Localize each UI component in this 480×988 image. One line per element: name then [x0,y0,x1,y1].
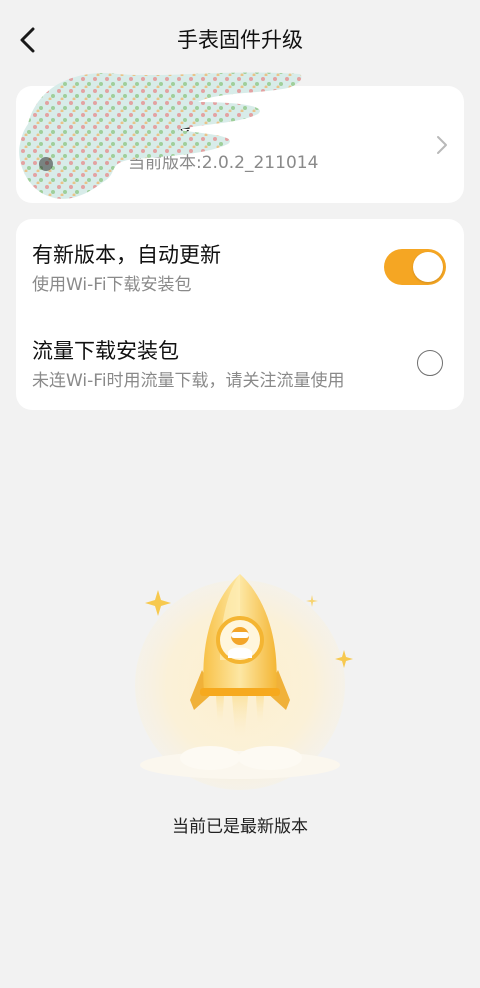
cellular-download-title: 流量下载安装包 [32,339,179,363]
auto-update-subtitle: 使用Wi-Fi下载安装包 [32,275,192,295]
cellular-download-subtitle: 未连Wi-Fi时用流量下载，请关注流量使用 [32,371,345,391]
redaction-scribble [19,72,302,199]
cellular-download-radio[interactable] [417,350,443,376]
auto-update-toggle[interactable] [384,249,446,285]
toggle-knob [413,252,443,282]
status-message: 当前已是最新版本 [172,817,308,837]
auto-update-title: 有新版本，自动更新 [32,243,221,267]
rocket-illustration [135,574,353,790]
chevron-right-icon[interactable] [432,133,452,157]
page-title: 手表固件升级 [177,28,303,52]
